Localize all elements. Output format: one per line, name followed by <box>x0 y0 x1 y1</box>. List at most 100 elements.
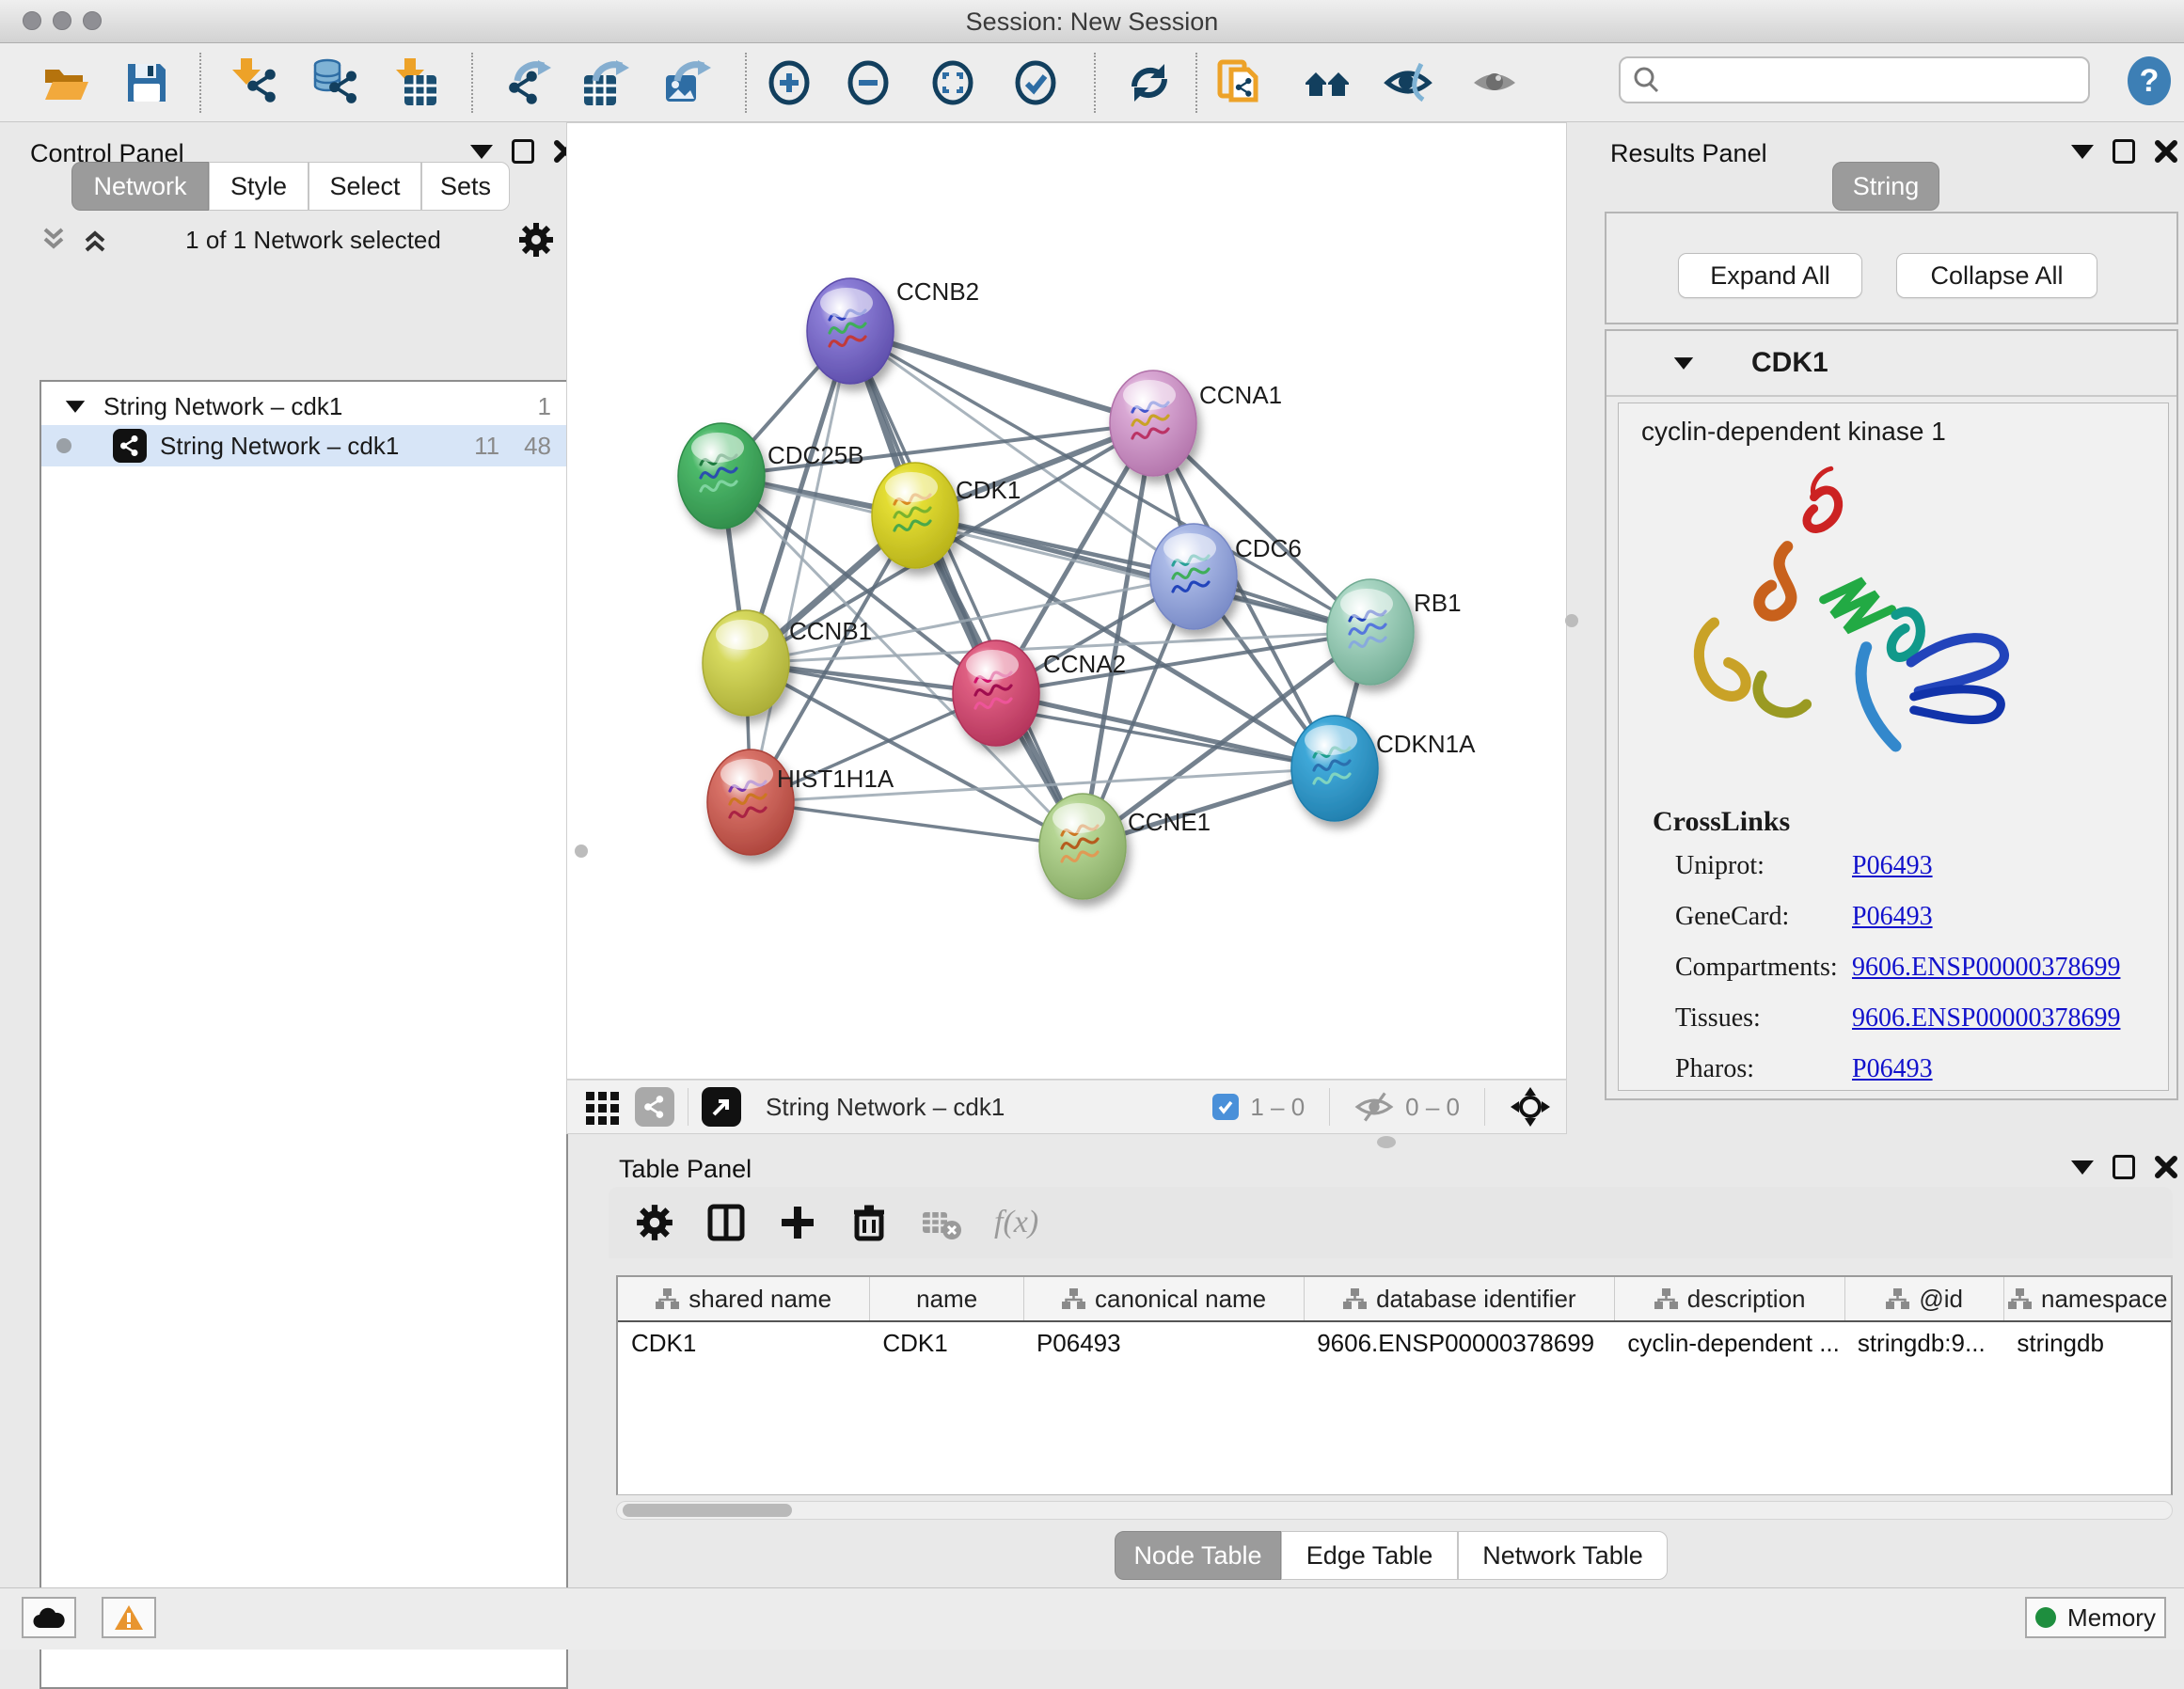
panel-menu-icon[interactable] <box>2071 1160 2094 1175</box>
edge-CDK1-RB1[interactable] <box>915 515 1370 632</box>
network-row[interactable]: String Network – cdk1 11 48 <box>41 425 566 466</box>
table-cell[interactable]: stringdb <box>2003 1329 2171 1358</box>
clone-network-icon[interactable] <box>1214 56 1267 109</box>
scrollbar-thumb[interactable] <box>623 1504 792 1517</box>
node-CDC25B[interactable] <box>678 423 765 529</box>
birds-eye-view-icon[interactable] <box>1510 1086 1551 1128</box>
crosslink-link[interactable]: P06493 <box>1852 851 1933 881</box>
open-session-icon[interactable] <box>40 56 92 109</box>
close-panel-icon[interactable] <box>2154 1155 2178 1179</box>
tab-select[interactable]: Select <box>309 162 421 211</box>
table-cell[interactable]: stringdb:9... <box>1844 1329 2004 1358</box>
create-column-icon[interactable] <box>778 1203 817 1242</box>
export-table-icon[interactable] <box>580 56 633 109</box>
node-table: shared namenamecanonical namedatabase id… <box>616 1275 2173 1495</box>
function-builder-icon[interactable]: f(x) <box>994 1205 1038 1240</box>
table-row[interactable]: CDK1CDK1P064939606.ENSP00000378699cyclin… <box>618 1322 2171 1364</box>
tab-style[interactable]: Style <box>209 162 309 211</box>
node-CDK1[interactable] <box>872 463 958 568</box>
export-image-icon[interactable] <box>662 56 715 109</box>
node-result-header[interactable]: CDK1 <box>1606 331 2176 397</box>
network-options-gear-icon[interactable] <box>517 221 555 259</box>
fit-content-icon[interactable] <box>926 56 979 109</box>
column-header-description[interactable]: description <box>1614 1277 1844 1320</box>
expand-all-networks-icon[interactable] <box>81 226 109 254</box>
node-RB1[interactable] <box>1327 579 1414 685</box>
close-panel-icon[interactable] <box>2154 139 2178 164</box>
hide-selected-icon[interactable] <box>1382 56 1434 109</box>
node-CCNB2[interactable] <box>807 278 894 384</box>
table-cell[interactable]: cyclin-dependent ... <box>1614 1329 1844 1358</box>
panel-menu-icon[interactable] <box>2071 145 2094 159</box>
help-icon[interactable]: ? <box>2124 55 2175 113</box>
network-collection-row[interactable]: String Network – cdk1 1 <box>41 386 566 427</box>
tab-sets[interactable]: Sets <box>421 162 510 211</box>
cloud-button[interactable] <box>22 1597 76 1638</box>
node-CCNE1[interactable] <box>1039 794 1126 899</box>
show-columns-icon[interactable] <box>706 1203 746 1242</box>
crosslink-link[interactable]: P06493 <box>1852 902 1933 932</box>
zoom-out-icon[interactable] <box>842 56 894 109</box>
node-CCNA2[interactable] <box>953 640 1039 746</box>
network-share-view-icon[interactable] <box>635 1087 674 1127</box>
export-network-icon[interactable] <box>502 56 555 109</box>
table-cell[interactable]: 9606.ENSP00000378699 <box>1304 1329 1614 1358</box>
column-header-id[interactable]: @id <box>1844 1277 2004 1320</box>
column-header-namespace[interactable]: namespace <box>2003 1277 2171 1320</box>
edge-HIST1H1A-CCNE1[interactable] <box>751 802 1083 846</box>
memory-button[interactable]: Memory <box>2025 1597 2166 1638</box>
crosslinks-list: Uniprot:P06493GeneCard:P06493Compartment… <box>1675 851 2164 1086</box>
crosslink-link[interactable]: 9606.ENSP00000378699 <box>1852 1003 2120 1034</box>
save-session-icon[interactable] <box>120 56 173 109</box>
tab-string[interactable]: String <box>1832 162 1939 211</box>
float-panel-icon[interactable] <box>512 139 534 164</box>
import-network-from-file-icon[interactable] <box>229 56 282 109</box>
collection-expander-icon[interactable] <box>66 401 85 413</box>
detach-view-icon[interactable] <box>702 1087 741 1127</box>
table-horizontal-scrollbar[interactable] <box>616 1501 2173 1520</box>
column-header-databaseidentifier[interactable]: database identifier <box>1304 1277 1614 1320</box>
collapse-all-button[interactable]: Collapse All <box>1896 253 2097 298</box>
tab-edge-table[interactable]: Edge Table <box>1281 1531 1458 1580</box>
node-CCNA1[interactable] <box>1110 371 1196 476</box>
zoom-selected-icon[interactable] <box>1009 56 1062 109</box>
crosslink-link[interactable]: 9606.ENSP00000378699 <box>1852 953 2120 983</box>
node-CDC6[interactable] <box>1150 524 1237 629</box>
warning-button[interactable] <box>102 1597 156 1638</box>
delete-table-icon[interactable] <box>921 1205 962 1240</box>
tab-network[interactable]: Network <box>71 162 209 211</box>
column-header-name[interactable]: name <box>869 1277 1023 1320</box>
tab-network-table[interactable]: Network Table <box>1458 1531 1668 1580</box>
import-table-from-file-icon[interactable] <box>389 56 442 109</box>
panel-menu-icon[interactable] <box>470 145 493 159</box>
delete-column-icon[interactable] <box>849 1203 889 1242</box>
table-cell[interactable]: CDK1 <box>618 1329 869 1358</box>
node-expander-icon[interactable] <box>1674 357 1693 370</box>
collapse-all-networks-icon[interactable] <box>40 226 68 254</box>
import-network-from-database-icon[interactable] <box>309 56 362 109</box>
node-CDKN1A[interactable] <box>1291 716 1378 821</box>
show-all-icon[interactable] <box>1468 56 1521 109</box>
tab-node-table[interactable]: Node Table <box>1115 1531 1281 1580</box>
node-CCNB1[interactable] <box>703 610 789 716</box>
table-cell[interactable]: CDK1 <box>869 1329 1023 1358</box>
expand-all-button[interactable]: Expand All <box>1678 253 1862 298</box>
table-cell[interactable]: P06493 <box>1023 1329 1304 1358</box>
grid-view-icon[interactable] <box>584 1088 622 1126</box>
right-splitter-handle[interactable] <box>1565 614 1578 627</box>
crosslink-link[interactable]: P06493 <box>1852 1054 1933 1084</box>
float-panel-icon[interactable] <box>2113 1155 2135 1179</box>
column-header-sharedname[interactable]: shared name <box>618 1277 869 1320</box>
table-options-gear-icon[interactable] <box>635 1203 674 1242</box>
zoom-in-icon[interactable] <box>763 56 815 109</box>
return-home-icon[interactable] <box>1302 56 1354 109</box>
column-header-canonicalname[interactable]: canonical name <box>1023 1277 1304 1320</box>
selected-checkbox-icon[interactable] <box>1212 1094 1239 1120</box>
edge-CCNA2-CDKN1A[interactable] <box>996 693 1335 768</box>
left-splitter-handle[interactable] <box>575 844 588 858</box>
edge-CCNB2-CCNA1[interactable] <box>850 331 1153 423</box>
search-input[interactable] <box>1668 66 2072 95</box>
network-canvas[interactable]: CCNB2CCNA1CDC25BCDK1CDC6RB1CCNB1CCNA2CDK… <box>566 122 1567 1080</box>
float-panel-icon[interactable] <box>2113 139 2135 164</box>
refresh-view-icon[interactable] <box>1123 56 1176 109</box>
